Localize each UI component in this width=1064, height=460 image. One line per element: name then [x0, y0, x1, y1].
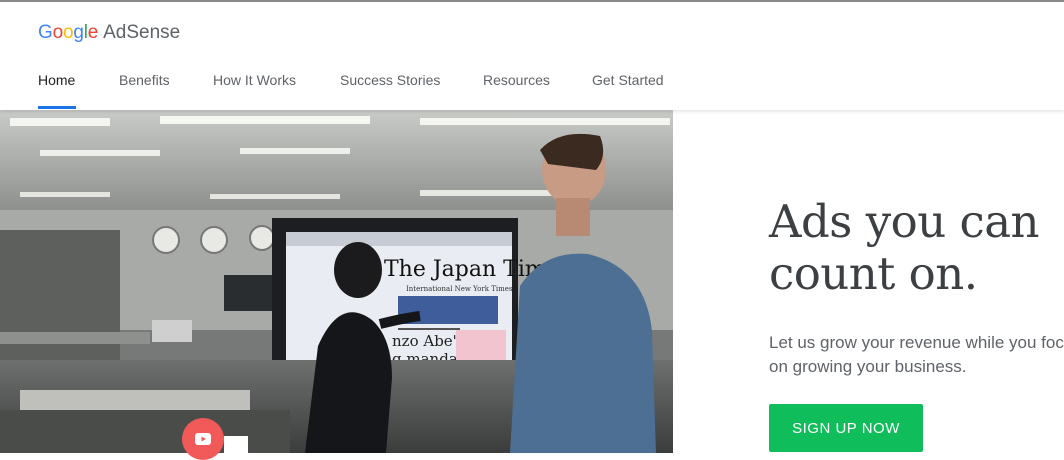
- hero-headline: Ads you can count on.: [769, 195, 1040, 300]
- google-adsense-logo[interactable]: Google AdSense: [38, 22, 180, 44]
- screen-headline-1: nzo Abe's: [392, 332, 465, 350]
- nav-item-home[interactable]: Home: [38, 72, 75, 88]
- google-wordmark: Google: [38, 22, 98, 43]
- logo-letter: o: [52, 22, 64, 43]
- office-scene-image: The Japan Times International New York T…: [0, 110, 673, 453]
- youtube-play-icon: [195, 433, 211, 445]
- product-name: AdSense: [103, 22, 181, 43]
- active-nav-indicator: [38, 106, 76, 109]
- nav-item-how-it-works[interactable]: How It Works: [213, 72, 296, 88]
- nav-item-resources[interactable]: Resources: [483, 72, 550, 88]
- logo-letter: g: [73, 22, 84, 43]
- screen-subhead: International New York Times: [406, 285, 513, 293]
- sign-up-now-button[interactable]: SIGN UP NOW: [769, 404, 923, 452]
- hero-video-thumbnail[interactable]: The Japan Times International New York T…: [0, 110, 673, 453]
- thumbnail-corner-tab: [224, 436, 248, 453]
- nav-item-benefits[interactable]: Benefits: [119, 72, 170, 88]
- logo-letter: e: [87, 22, 99, 43]
- youtube-play-button[interactable]: [182, 418, 224, 460]
- nav-item-get-started[interactable]: Get Started: [592, 72, 664, 88]
- hero-subtext: Let us grow your revenue while you focus…: [769, 333, 1064, 376]
- site-header: Google AdSense Home Benefits How It Works…: [0, 2, 1064, 110]
- logo-letter: o: [62, 22, 74, 43]
- logo-letter: G: [38, 22, 53, 43]
- nav-item-success-stories[interactable]: Success Stories: [340, 72, 440, 88]
